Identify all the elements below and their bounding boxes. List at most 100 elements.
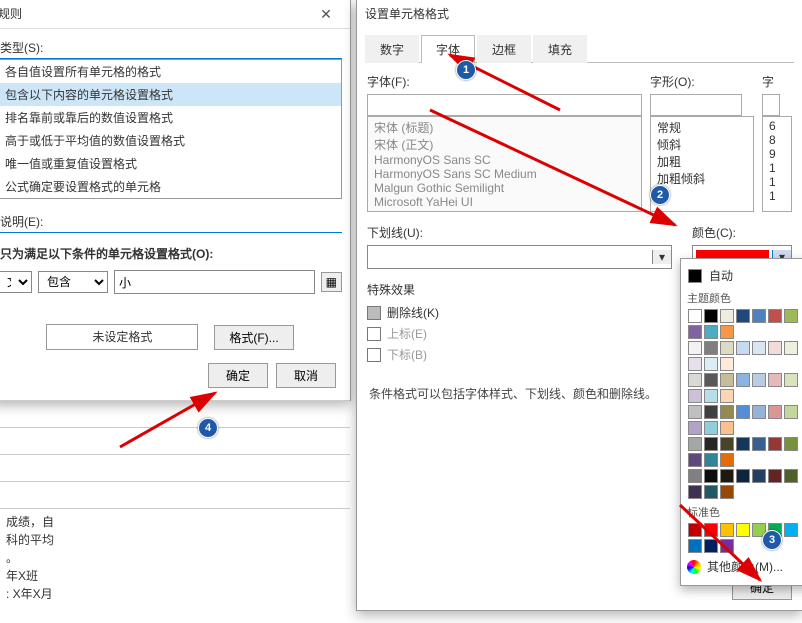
color-swatch[interactable] bbox=[688, 523, 702, 537]
color-swatch[interactable] bbox=[784, 309, 798, 323]
color-swatch[interactable] bbox=[704, 341, 718, 355]
list-item[interactable]: 常规 bbox=[657, 119, 747, 136]
color-swatch[interactable] bbox=[768, 309, 782, 323]
color-swatch[interactable] bbox=[720, 341, 734, 355]
list-item[interactable]: 1 bbox=[769, 189, 785, 203]
color-swatch[interactable] bbox=[720, 309, 734, 323]
color-swatch[interactable] bbox=[752, 469, 766, 483]
color-swatch[interactable] bbox=[768, 405, 782, 419]
color-swatch[interactable] bbox=[736, 373, 750, 387]
underline-select[interactable]: ▾ bbox=[367, 245, 672, 269]
color-swatch[interactable] bbox=[704, 437, 718, 451]
color-swatch[interactable] bbox=[752, 373, 766, 387]
rule-type-option[interactable]: 高于或低于平均值的数值设置格式 bbox=[0, 129, 341, 152]
color-swatch[interactable] bbox=[704, 373, 718, 387]
color-swatch[interactable] bbox=[688, 309, 702, 323]
color-swatch[interactable] bbox=[752, 309, 766, 323]
rule-type-option[interactable]: 排名靠前或靠后的数值设置格式 bbox=[0, 106, 341, 129]
color-swatch[interactable] bbox=[704, 485, 718, 499]
color-swatch[interactable] bbox=[688, 357, 702, 371]
color-swatch[interactable] bbox=[688, 405, 702, 419]
range-picker-button[interactable]: ▦ bbox=[321, 272, 342, 292]
tab-fill[interactable]: 填充 bbox=[533, 35, 587, 63]
value-input[interactable] bbox=[114, 270, 315, 294]
color-swatch[interactable] bbox=[752, 405, 766, 419]
color-swatch[interactable] bbox=[784, 469, 798, 483]
color-swatch[interactable] bbox=[688, 341, 702, 355]
list-item[interactable]: Malgun Gothic Semilight bbox=[374, 181, 635, 195]
list-item[interactable]: 倾斜 bbox=[657, 136, 747, 153]
color-swatch[interactable] bbox=[704, 405, 718, 419]
color-swatch[interactable] bbox=[688, 539, 702, 553]
color-swatch[interactable] bbox=[704, 453, 718, 467]
color-swatch[interactable] bbox=[720, 421, 734, 435]
color-swatch[interactable] bbox=[720, 523, 734, 537]
color-swatch[interactable] bbox=[720, 389, 734, 403]
list-item[interactable]: HarmonyOS Sans SC Medium bbox=[374, 167, 635, 181]
color-swatch[interactable] bbox=[768, 437, 782, 451]
list-item[interactable]: 宋体 (正文) bbox=[374, 136, 635, 153]
list-item[interactable]: 加粗 bbox=[657, 153, 747, 170]
color-swatch[interactable] bbox=[720, 469, 734, 483]
color-swatch[interactable] bbox=[688, 485, 702, 499]
color-swatch[interactable] bbox=[688, 469, 702, 483]
color-swatch[interactable] bbox=[768, 341, 782, 355]
color-swatch[interactable] bbox=[704, 469, 718, 483]
color-swatch[interactable] bbox=[720, 453, 734, 467]
more-colors[interactable]: 其他颜色(M)... bbox=[687, 554, 802, 579]
color-swatch[interactable] bbox=[768, 469, 782, 483]
tab-font[interactable]: 字体 bbox=[421, 35, 475, 63]
operator-select[interactable]: 包含 bbox=[38, 271, 108, 293]
list-item[interactable]: 加粗倾斜 bbox=[657, 170, 747, 187]
color-swatch[interactable] bbox=[768, 373, 782, 387]
color-swatch[interactable] bbox=[784, 405, 798, 419]
color-swatch[interactable] bbox=[704, 357, 718, 371]
size-input[interactable] bbox=[762, 94, 780, 116]
rule-type-option[interactable]: 包含以下内容的单元格设置格式 bbox=[0, 83, 341, 106]
color-swatch[interactable] bbox=[720, 325, 734, 339]
color-swatch[interactable] bbox=[720, 437, 734, 451]
font-list[interactable]: 宋体 (标题) 宋体 (正文) HarmonyOS Sans SC Harmon… bbox=[367, 116, 642, 212]
color-swatch[interactable] bbox=[736, 341, 750, 355]
list-item[interactable]: Microsoft YaHei UI bbox=[374, 195, 635, 209]
color-swatch[interactable] bbox=[688, 437, 702, 451]
color-swatch[interactable] bbox=[720, 485, 734, 499]
size-list[interactable]: 6 8 9 1 1 1 bbox=[762, 116, 792, 212]
color-swatch[interactable] bbox=[720, 373, 734, 387]
list-item[interactable]: 宋体 (标题) bbox=[374, 119, 635, 136]
color-swatch[interactable] bbox=[688, 325, 702, 339]
color-swatch[interactable] bbox=[736, 469, 750, 483]
close-icon[interactable]: ✕ bbox=[306, 2, 346, 26]
color-swatch[interactable] bbox=[704, 389, 718, 403]
color-swatch[interactable] bbox=[704, 523, 718, 537]
color-swatch[interactable] bbox=[752, 523, 766, 537]
color-swatch[interactable] bbox=[736, 437, 750, 451]
style-list[interactable]: 常规 倾斜 加粗 加粗倾斜 bbox=[650, 116, 754, 212]
color-swatch[interactable] bbox=[784, 523, 798, 537]
color-swatch[interactable] bbox=[688, 453, 702, 467]
auto-color[interactable]: 自动 bbox=[687, 265, 802, 286]
rule-type-list[interactable]: 各自值设置所有单元格的格式 包含以下内容的单元格设置格式 排名靠前或靠后的数值设… bbox=[0, 59, 342, 199]
color-swatch[interactable] bbox=[688, 373, 702, 387]
color-swatch[interactable] bbox=[784, 437, 798, 451]
list-item[interactable]: 1 bbox=[769, 161, 785, 175]
tab-number[interactable]: 数字 bbox=[365, 35, 419, 63]
color-swatch[interactable] bbox=[688, 421, 702, 435]
color-swatch[interactable] bbox=[704, 421, 718, 435]
color-swatch[interactable] bbox=[704, 539, 718, 553]
color-swatch[interactable] bbox=[768, 523, 782, 537]
color-swatch[interactable] bbox=[704, 309, 718, 323]
color-swatch[interactable] bbox=[720, 357, 734, 371]
tab-border[interactable]: 边框 bbox=[477, 35, 531, 63]
color-swatch[interactable] bbox=[752, 341, 766, 355]
color-swatch[interactable] bbox=[784, 341, 798, 355]
font-name-input[interactable] bbox=[367, 94, 642, 116]
format-button[interactable]: 格式(F)... bbox=[214, 325, 293, 350]
color-swatch[interactable] bbox=[736, 523, 750, 537]
rule-type-option[interactable]: 唯一值或重复值设置格式 bbox=[0, 152, 341, 175]
color-swatch[interactable] bbox=[720, 539, 734, 553]
color-swatch[interactable] bbox=[688, 389, 702, 403]
color-swatch[interactable] bbox=[704, 325, 718, 339]
color-swatch[interactable] bbox=[736, 309, 750, 323]
list-item[interactable]: 1 bbox=[769, 175, 785, 189]
